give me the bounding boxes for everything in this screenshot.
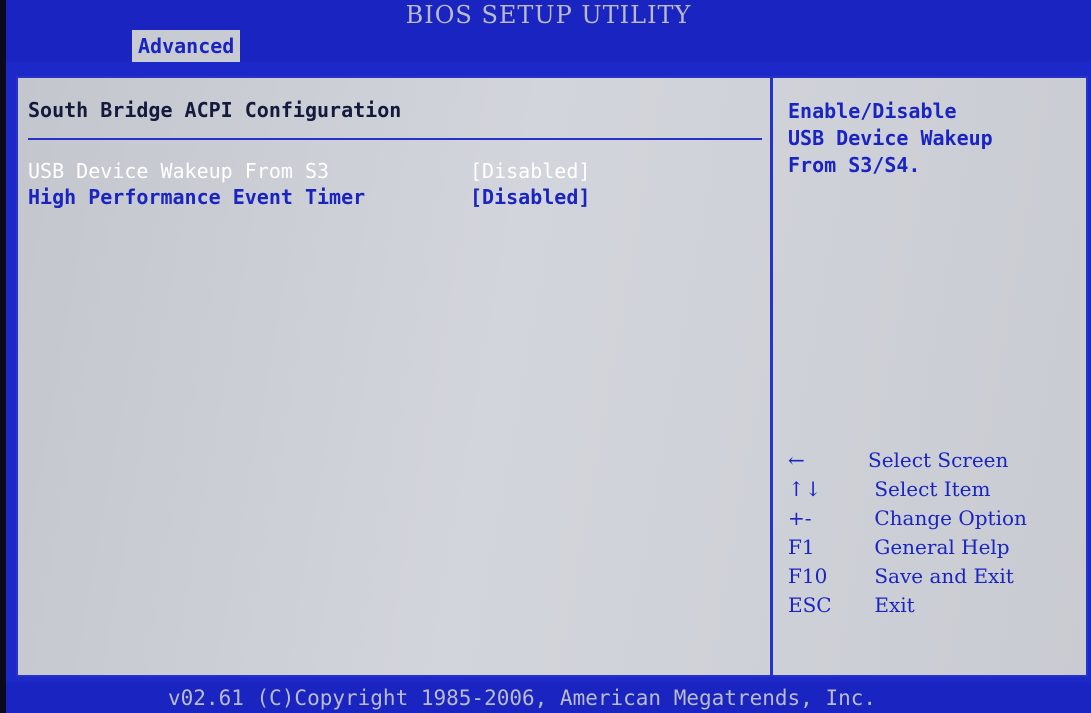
- footer-bar: v02.61 (C)Copyright 1985-2006, American …: [6, 682, 1091, 713]
- key-description: Select Item: [868, 477, 991, 501]
- key-legend: ← Select Screen ↑↓ Select Item +- Change…: [788, 446, 1088, 620]
- setting-label: USB Device Wakeup From S3: [28, 159, 330, 183]
- key-legend-row: +- Change Option: [788, 504, 1088, 533]
- plus-minus-key: +-: [788, 506, 812, 530]
- key-legend-row: F10 Save and Exit: [788, 562, 1088, 591]
- key-legend-row: ← Select Screen: [788, 446, 1088, 475]
- key-legend-row: F1 General Help: [788, 533, 1088, 562]
- setting-hpet[interactable]: High Performance Event Timer [Disabled]: [28, 184, 648, 210]
- key-legend-row: ↑↓ Select Item: [788, 475, 1088, 504]
- key-description: Select Screen: [868, 448, 1009, 472]
- key-description: Save and Exit: [868, 564, 1014, 588]
- setting-label: High Performance Event Timer: [28, 185, 366, 209]
- help-line: Enable/Disable: [788, 99, 957, 123]
- bios-screen: BIOS SETUP UTILITY Advanced South Bridge…: [6, 0, 1091, 713]
- up-down-arrows-icon: ↑↓: [788, 477, 822, 501]
- f10-key: F10: [788, 564, 828, 588]
- setting-usb-device-wakeup[interactable]: USB Device Wakeup From S3 [Disabled]: [28, 158, 648, 184]
- help-text: Enable/Disable USB Device Wakeup From S3…: [788, 98, 1078, 179]
- help-line: USB Device Wakeup: [788, 126, 993, 150]
- setting-value[interactable]: [Disabled]: [470, 184, 590, 210]
- key-description: General Help: [868, 535, 1010, 559]
- left-arrow-icon: ←: [788, 448, 805, 472]
- f1-key: F1: [788, 535, 815, 559]
- section-title: South Bridge ACPI Configuration: [28, 98, 402, 122]
- key-description: Change Option: [868, 506, 1027, 530]
- tab-advanced[interactable]: Advanced: [132, 30, 241, 62]
- section-divider: [28, 138, 762, 140]
- window-title: BIOS SETUP UTILITY: [405, 1, 692, 29]
- panel-divider: [770, 78, 773, 675]
- title-bar: BIOS SETUP UTILITY: [6, 0, 1091, 30]
- main-panel: South Bridge ACPI Configuration USB Devi…: [16, 76, 1088, 677]
- tab-bar: Advanced: [6, 30, 1091, 62]
- key-legend-row: ESC Exit: [788, 591, 1088, 620]
- help-line: From S3/S4.: [788, 153, 921, 177]
- key-description: Exit: [868, 593, 915, 617]
- setting-value[interactable]: [Disabled]: [470, 158, 590, 184]
- esc-key: ESC: [788, 593, 832, 617]
- copyright-text: v02.61 (C)Copyright 1985-2006, American …: [168, 686, 877, 710]
